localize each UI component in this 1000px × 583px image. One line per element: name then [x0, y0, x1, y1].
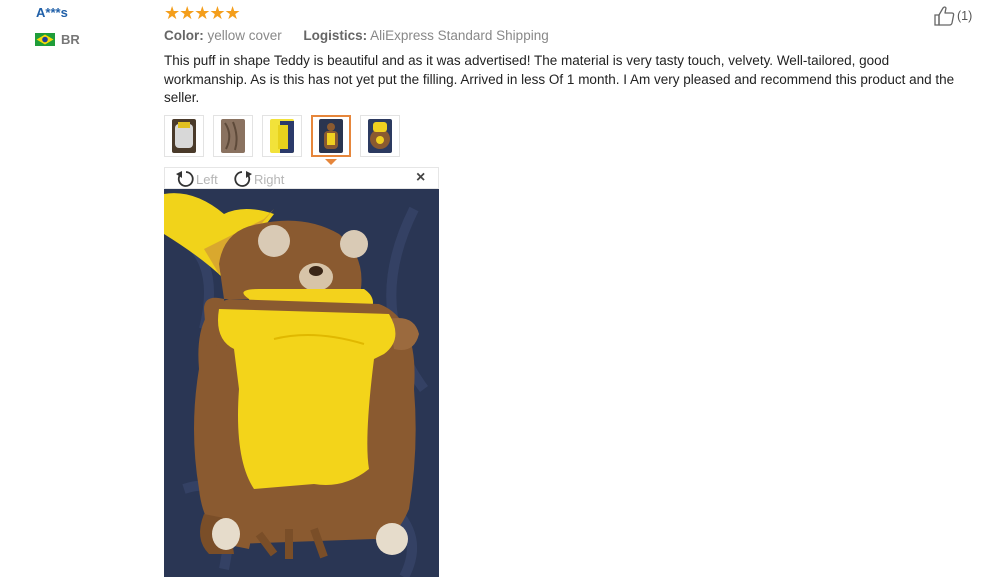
star-rating: ★★★★★ [164, 3, 241, 23]
image-viewer-toolbar: Left Right × [164, 167, 439, 189]
helpful-button[interactable]: (1) [933, 5, 972, 27]
review-thumbnails [164, 115, 409, 157]
rotate-left-label: Left [196, 171, 218, 187]
order-meta: Color: yellow cover Logistics: AliExpres… [164, 28, 549, 43]
logistics-value: AliExpress Standard Shipping [370, 28, 549, 43]
helpful-count: (1) [957, 9, 973, 23]
review-thumbnail[interactable] [164, 115, 204, 157]
rotate-left-icon [176, 171, 194, 187]
rotate-left-button[interactable]: Left [174, 169, 218, 189]
selected-thumbnail-indicator [325, 159, 337, 165]
review-thumbnail[interactable] [213, 115, 253, 157]
review-photo[interactable] [164, 189, 439, 577]
review-thumbnail[interactable] [360, 115, 400, 157]
thumbnail-image [221, 119, 245, 153]
logistics-label: Logistics: [303, 28, 368, 43]
review-text: This puff in shape Teddy is beautiful an… [164, 53, 955, 105]
rotate-right-button[interactable]: Right [232, 169, 284, 189]
rotate-right-label: Right [254, 171, 285, 187]
thumbnail-image [368, 119, 392, 153]
thumbnail-image [172, 119, 196, 153]
review-thumbnail[interactable] [262, 115, 302, 157]
thumbs-up-icon [934, 6, 955, 26]
thumbnail-image [319, 119, 343, 153]
close-viewer-button[interactable]: × [416, 168, 425, 188]
review-thumbnail-selected[interactable] [311, 115, 351, 157]
color-value: yellow cover [207, 28, 282, 43]
brazil-flag-icon [35, 33, 55, 46]
reviewer-country: BR [61, 32, 80, 47]
reviewer-name[interactable]: A***s [36, 5, 68, 20]
rotate-right-icon [234, 171, 252, 187]
thumbnail-image [270, 119, 294, 153]
color-label: Color: [164, 28, 204, 43]
